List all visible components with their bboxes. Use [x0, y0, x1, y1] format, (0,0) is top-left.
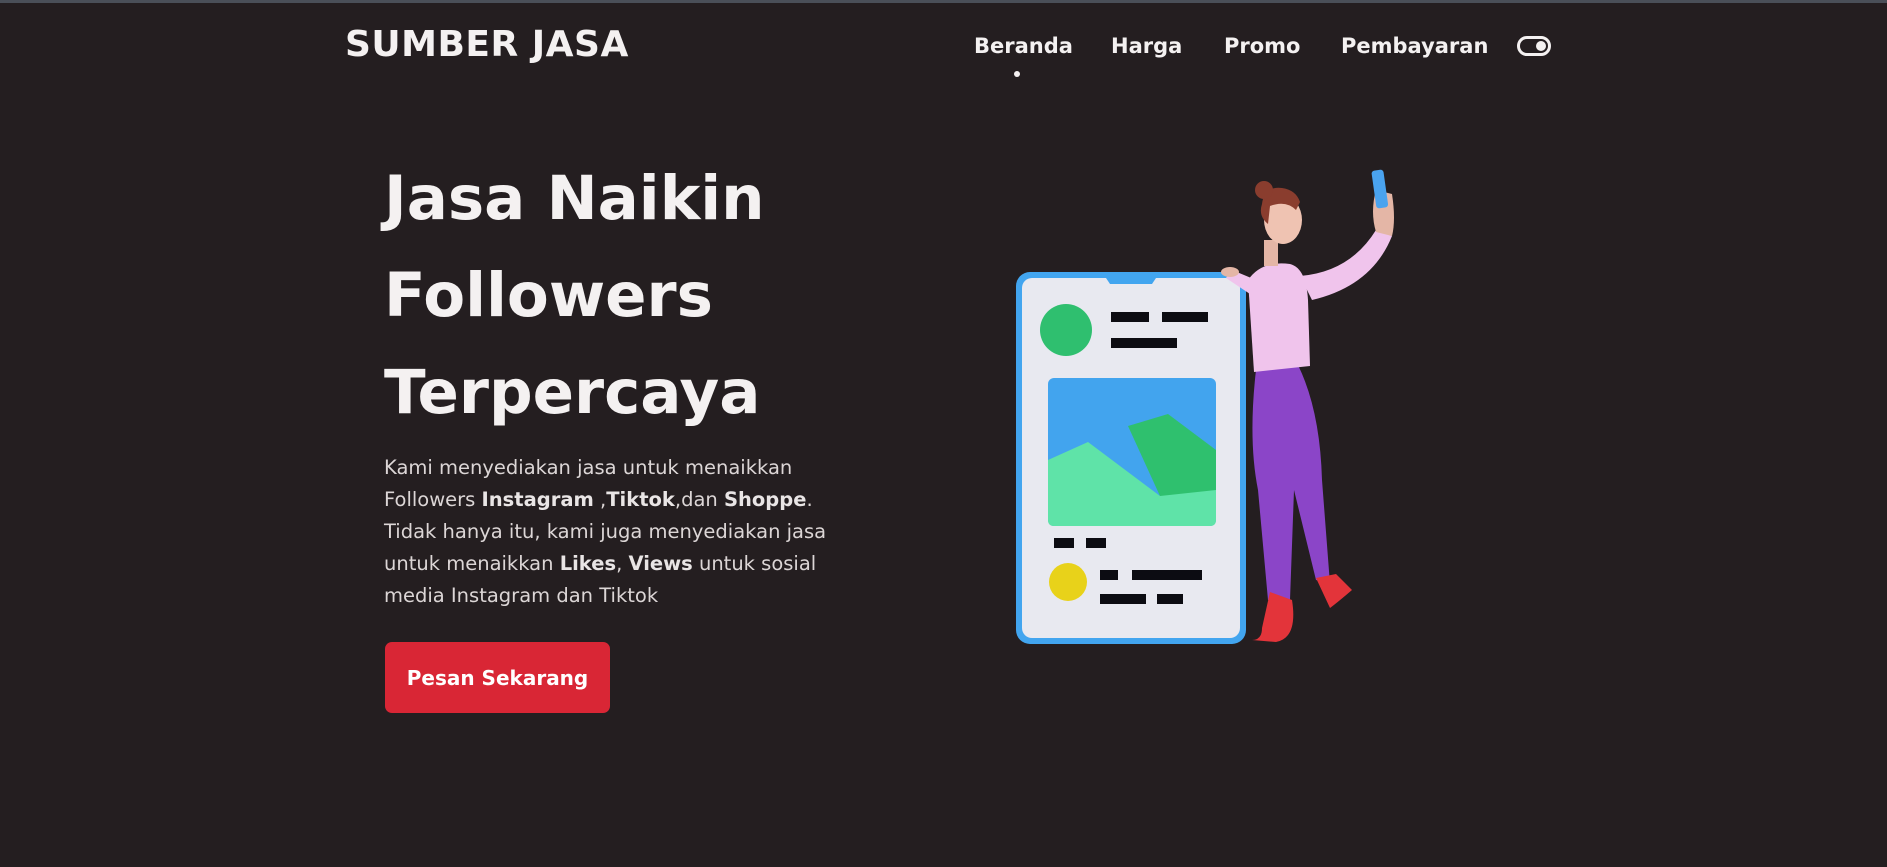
- desc-bold-instagram: Instagram: [481, 488, 594, 511]
- text-line: [1132, 570, 1202, 580]
- hero-title-line-2: Followers: [384, 260, 713, 331]
- desc-text: ,dan: [674, 488, 724, 511]
- text-line: [1100, 594, 1146, 604]
- hero-description: Kami menyediakan jasa untuk menaikkan Fo…: [384, 452, 844, 612]
- text-line: [1086, 538, 1106, 548]
- window-top-border: [0, 0, 1887, 3]
- phone-woman-selfie-illustration: [1016, 169, 1394, 644]
- text-line: [1162, 312, 1208, 322]
- desc-bold-views: Views: [628, 552, 693, 575]
- woman-figure: [1221, 169, 1394, 642]
- desc-bold-likes: Likes: [559, 552, 617, 575]
- desc-bold-shoppe: Shoppe: [723, 488, 807, 511]
- hero-title-line-3: Terpercaya: [384, 357, 761, 428]
- phone-notch: [1102, 272, 1160, 284]
- order-now-button[interactable]: Pesan Sekarang: [385, 642, 610, 713]
- desc-text: ,: [616, 552, 629, 575]
- active-nav-indicator: [1014, 71, 1020, 77]
- nav-item-beranda[interactable]: Beranda: [974, 34, 1073, 58]
- text-line: [1111, 312, 1149, 322]
- text-line: [1100, 570, 1118, 580]
- desc-text: ,: [593, 488, 607, 511]
- text-line: [1157, 594, 1183, 604]
- nav-item-promo[interactable]: Promo: [1224, 34, 1300, 58]
- theme-toggle-icon[interactable]: [1517, 36, 1551, 56]
- hero-title-line-1: Jasa Naikin: [384, 163, 765, 234]
- nav-item-harga[interactable]: Harga: [1111, 34, 1182, 58]
- profile-avatar-circle: [1040, 304, 1092, 356]
- desc-bold-tiktok: Tiktok: [606, 488, 675, 511]
- text-line: [1111, 338, 1177, 348]
- comment-avatar-circle: [1049, 563, 1087, 601]
- hero-title: Jasa Naikin Followers Terpercaya: [384, 150, 765, 441]
- text-line: [1054, 538, 1074, 548]
- nav-item-pembayaran[interactable]: Pembayaran: [1341, 34, 1488, 58]
- toggle-knob: [1536, 41, 1546, 51]
- site-logo[interactable]: SUMBER JASA: [345, 24, 629, 65]
